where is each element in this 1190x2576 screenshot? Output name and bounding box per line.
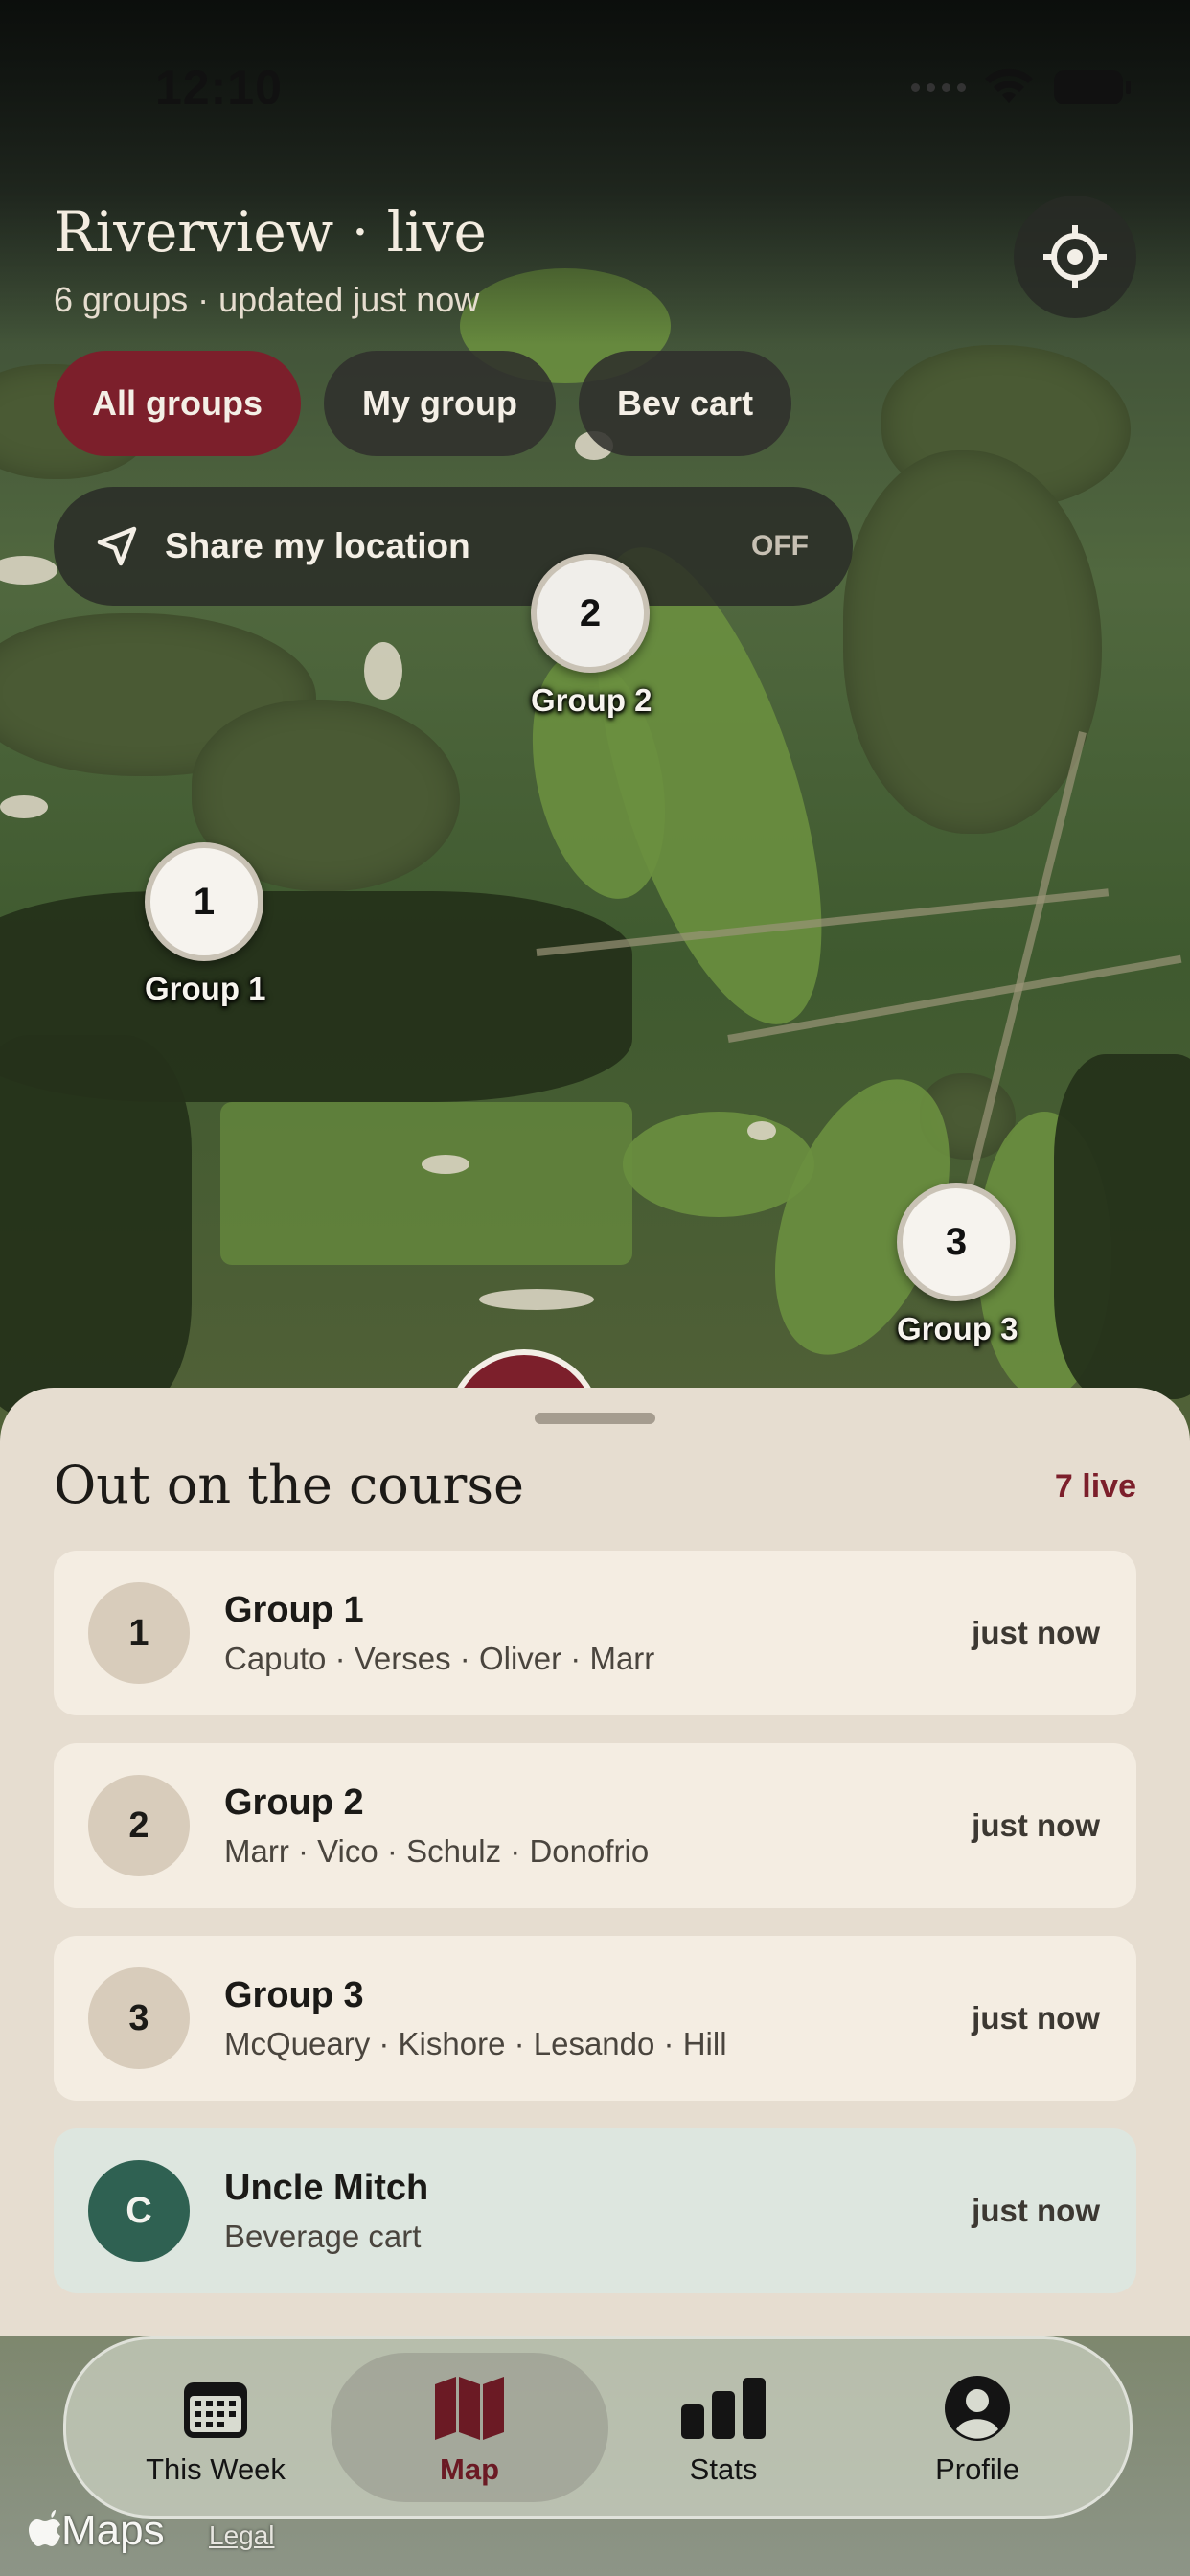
tab-bar: This Week Map Stats Profile — [63, 2336, 1133, 2518]
map-icon — [435, 2377, 504, 2440]
map-marker-group-3[interactable]: 3 Group 3 — [897, 1183, 1018, 1347]
group-members: Caputo · Verses · Oliver · Marr — [224, 1640, 655, 1676]
wifi-icon — [985, 68, 1033, 103]
list-item-group-3[interactable]: 3 Group 3 McQueary · Kishore · Lesando ·… — [54, 1936, 1136, 2101]
tab-map[interactable]: Map — [355, 2339, 584, 2516]
legal-link[interactable]: Legal — [209, 2520, 275, 2551]
status-icons — [911, 67, 1133, 107]
tab-label: Profile — [935, 2452, 1019, 2486]
updated-time: just now — [972, 1807, 1100, 1843]
apple-maps-logo: Maps — [29, 2507, 165, 2555]
tab-this-week[interactable]: This Week — [101, 2339, 331, 2516]
groups-sheet: Out on the course 7 live 1 Group 1 Caput… — [0, 1388, 1190, 2336]
cart-description: Beverage cart — [224, 2218, 422, 2254]
apple-logo-icon — [29, 2510, 60, 2546]
page-title: Riverview · live — [54, 199, 487, 264]
tab-label: Map — [440, 2452, 499, 2486]
sheet-title: Out on the course — [54, 1455, 524, 1515]
marker-number: 2 — [531, 554, 650, 673]
cart-badge: C — [88, 2160, 190, 2262]
map-marker-group-1[interactable]: 1 Group 1 — [145, 842, 266, 1007]
calendar-icon — [184, 2382, 247, 2438]
filter-all-groups[interactable]: All groups — [54, 351, 301, 456]
location-arrow-icon — [97, 526, 137, 566]
group-name: Group 2 — [224, 1782, 364, 1823]
list-item-group-1[interactable]: 1 Group 1 Caputo · Verses · Oliver · Mar… — [54, 1551, 1136, 1715]
updated-time: just now — [972, 2193, 1100, 2228]
updated-time: just now — [972, 1615, 1100, 1650]
tab-label: Stats — [689, 2452, 758, 2486]
cart-name: Uncle Mitch — [224, 2167, 429, 2208]
group-name: Group 1 — [224, 1589, 364, 1630]
maps-wordmark: Maps — [61, 2507, 165, 2554]
tab-stats[interactable]: Stats — [608, 2339, 838, 2516]
status-time: 12:10 — [155, 60, 283, 114]
filter-bev-cart[interactable]: Bev cart — [578, 351, 792, 456]
list-item-beverage-cart[interactable]: C Uncle Mitch Beverage cart just now — [54, 2128, 1136, 2293]
tab-label: This Week — [146, 2452, 286, 2486]
marker-label: Group 3 — [897, 1311, 1018, 1346]
group-badge: 3 — [88, 1967, 190, 2069]
group-badge: 1 — [88, 1582, 190, 1684]
sheet-grabber[interactable] — [535, 1413, 655, 1424]
share-location-label: Share my location — [165, 526, 470, 565]
list-item-group-2[interactable]: 2 Group 2 Marr · Vico · Schulz · Donofri… — [54, 1743, 1136, 1908]
marker-label: Group 2 — [531, 682, 652, 718]
share-location-state: OFF — [751, 530, 809, 562]
marker-label: Group 1 — [145, 971, 266, 1006]
filter-chips: All groups My group Bev cart — [54, 351, 792, 456]
marker-number: 1 — [145, 842, 263, 961]
signal-dots-icon — [911, 82, 966, 92]
battery-icon — [1054, 70, 1131, 104]
filter-my-group[interactable]: My group — [324, 351, 556, 456]
group-members: Marr · Vico · Schulz · Donofrio — [224, 1832, 650, 1869]
updated-time: just now — [972, 2000, 1100, 2036]
recenter-location-button[interactable] — [1014, 196, 1136, 318]
page-subtitle: 6 groups · updated just now — [54, 280, 480, 319]
person-icon — [945, 2376, 1010, 2441]
live-count-badge: 7 live — [1054, 1468, 1136, 1505]
group-name: Group 3 — [224, 1974, 364, 2015]
share-location-toggle[interactable]: Share my location OFF — [54, 487, 853, 606]
group-badge: 2 — [88, 1775, 190, 1876]
group-members: McQueary · Kishore · Lesando · Hill — [224, 2025, 727, 2061]
map-marker-group-2[interactable]: 2 Group 2 — [531, 554, 652, 719]
marker-number: 3 — [897, 1183, 1016, 1301]
tab-profile[interactable]: Profile — [862, 2339, 1092, 2516]
crosshair-icon — [1043, 225, 1107, 288]
bar-chart-icon — [681, 2378, 766, 2439]
